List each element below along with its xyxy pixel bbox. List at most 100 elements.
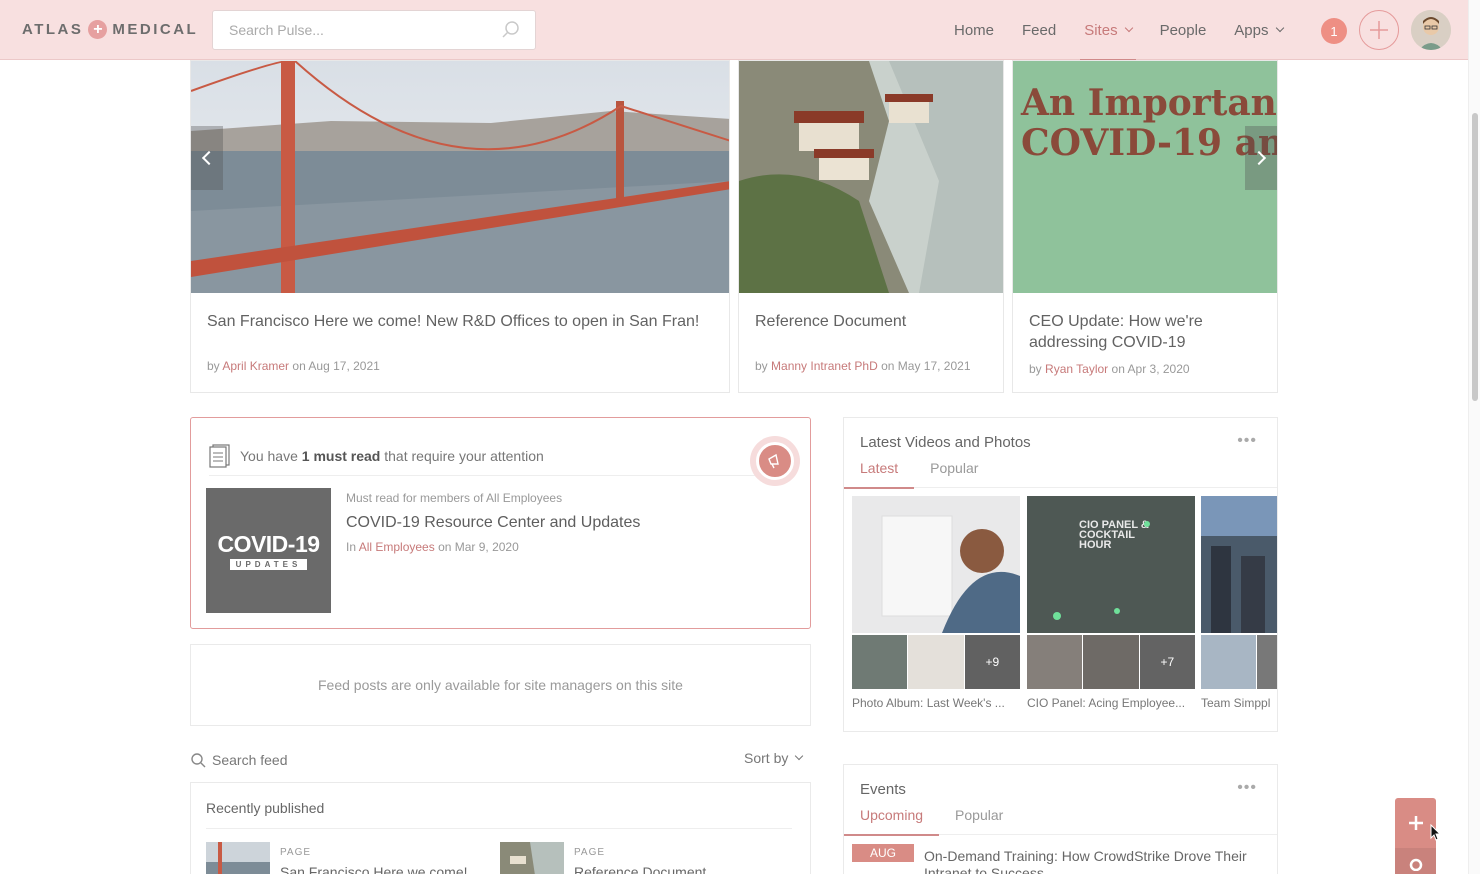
carousel-card[interactable]: San Francisco Here we come! New R&D Offi… [190, 60, 730, 393]
covid-image-text: An Important COVID-19 and [1021, 82, 1277, 164]
widget-tabs: Latest Popular [844, 460, 1277, 489]
album-card[interactable]: Team Simppl [1201, 496, 1277, 710]
megaphone-icon [768, 453, 779, 469]
global-search-box[interactable] [212, 10, 536, 50]
nav-feed[interactable]: Feed [1008, 0, 1070, 60]
album-thumb [1201, 635, 1256, 689]
nav-home[interactable]: Home [940, 0, 1008, 60]
author-link[interactable]: April Kramer [222, 359, 289, 373]
carousel-next-button[interactable] [1245, 126, 1277, 190]
logo-text-left: ATLAS [22, 21, 84, 38]
create-content-button[interactable] [1359, 10, 1399, 50]
must-read-meta: In All Employees on Mar 9, 2020 [346, 540, 519, 554]
album-thumb: +9 [964, 635, 1020, 689]
document-icon [209, 443, 230, 468]
chevron-down-icon [1124, 23, 1133, 33]
album-caption: Team Simppl [1201, 696, 1271, 710]
search-icon [191, 753, 206, 768]
scrollbar-thumb[interactable] [1472, 113, 1478, 401]
recent-item-thumbnail[interactable] [500, 842, 564, 874]
sort-by-dropdown[interactable]: Sort by [744, 750, 804, 766]
carousel-card-meta: by Ryan Taylor on Apr 3, 2020 [1029, 362, 1190, 376]
more-photos-count: +9 [964, 635, 1020, 689]
more-options-icon[interactable]: ••• [1237, 432, 1257, 450]
album-cover [1201, 496, 1277, 633]
recent-item-title[interactable]: Reference Document [574, 864, 706, 874]
album-card[interactable]: CIO PANEL & COCKTAIL HOUR +7 CIO Panel: … [1027, 496, 1195, 710]
chevron-down-icon [1275, 23, 1284, 33]
widget-title: Latest Videos and Photos [860, 434, 1031, 451]
must-read-header: You have 1 must read that require your a… [209, 436, 792, 476]
tab-latest[interactable]: Latest [844, 460, 915, 489]
album-cover [852, 496, 1020, 633]
floating-settings-button[interactable] [1395, 848, 1436, 874]
tab-popular[interactable]: Popular [914, 460, 994, 488]
covid-announcement-image: An Important COVID-19 and [1013, 61, 1277, 293]
event-date-badge: AUG [852, 844, 914, 862]
album-caption: CIO Panel: Acing Employee... [1027, 696, 1186, 710]
global-search-input[interactable] [229, 22, 499, 38]
album-card[interactable]: +9 Photo Album: Last Week's ... [852, 496, 1020, 710]
recent-item-thumbnail[interactable] [206, 842, 270, 874]
must-read-badge[interactable] [750, 436, 800, 486]
recently-published-panel: Recently published PAGE San Francisco He… [190, 782, 811, 874]
recently-published-heading: Recently published [206, 800, 325, 816]
mouse-cursor-icon [1430, 824, 1442, 841]
album-cover: CIO PANEL & COCKTAIL HOUR [1027, 496, 1195, 633]
plus-icon [1408, 816, 1423, 830]
carousel-card[interactable]: An Important COVID-19 and CEO Update: Ho… [1012, 60, 1278, 393]
author-link[interactable]: Ryan Taylor [1045, 362, 1108, 376]
author-link[interactable]: Manny Intranet PhD [771, 359, 878, 373]
carousel-card-meta: by April Kramer on Aug 17, 2021 [207, 359, 380, 373]
search-feed[interactable]: Search feed [190, 752, 288, 768]
carousel-card[interactable]: Reference Document by Manny Intranet PhD… [738, 60, 1004, 393]
carousel-prev-button[interactable] [191, 126, 223, 190]
chevron-right-icon [1251, 150, 1267, 166]
notifications-badge[interactable]: 1 [1321, 18, 1347, 44]
page-scrollbar[interactable] [1468, 0, 1480, 874]
album-thumb [1257, 635, 1277, 689]
tab-upcoming[interactable]: Upcoming [844, 807, 940, 836]
carousel-card-title[interactable]: Reference Document [755, 311, 991, 332]
logo-text-right: MEDICAL [112, 21, 199, 38]
plus-icon [1370, 21, 1388, 39]
atlas-medical-logo[interactable]: ATLAS + MEDICAL [22, 20, 198, 39]
main-nav: Home Feed Sites People Apps [940, 0, 1297, 61]
album-thumb: +7 [1139, 635, 1195, 689]
event-title[interactable]: On-Demand Training: How CrowdStrike Drov… [924, 848, 1270, 874]
user-avatar[interactable] [1411, 10, 1451, 50]
golden-gate-bridge-image [191, 61, 729, 293]
recent-item-type: PAGE [574, 847, 606, 858]
recent-item-type: PAGE [280, 847, 312, 858]
nav-apps[interactable]: Apps [1220, 0, 1296, 60]
album-thumb [908, 635, 964, 689]
nav-sites[interactable]: Sites [1070, 0, 1145, 61]
carousel-card-title[interactable]: CEO Update: How we're addressing COVID-1… [1029, 311, 1265, 353]
chevron-left-icon [201, 150, 217, 166]
must-read-label: Must read for members of All Employees [346, 491, 563, 505]
latest-videos-photos-widget: Latest Videos and Photos ••• Latest Popu… [843, 417, 1278, 732]
recent-item-title[interactable]: San Francisco Here we come! [280, 864, 468, 874]
album-thumb [852, 635, 908, 689]
nav-people[interactable]: People [1146, 0, 1221, 60]
medical-cross-icon: + [88, 20, 108, 39]
cliff-monastery-image [739, 61, 1003, 293]
carousel-card-title[interactable]: San Francisco Here we come! New R&D Offi… [207, 311, 717, 332]
chevron-down-icon [795, 751, 804, 761]
tab-popular[interactable]: Popular [939, 807, 1019, 835]
top-navigation-bar: ATLAS + MEDICAL Home Feed Sites People A… [0, 0, 1468, 61]
album-thumb [1083, 635, 1139, 689]
widget-title: Events [860, 781, 906, 798]
more-options-icon[interactable]: ••• [1237, 779, 1257, 797]
gear-icon [1409, 858, 1422, 871]
covid-updates-thumbnail[interactable]: COVID-19 UPDATES [206, 488, 331, 613]
album-caption: Photo Album: Last Week's ... [852, 696, 1005, 710]
must-read-title[interactable]: COVID-19 Resource Center and Updates [346, 514, 640, 532]
widget-tabs: Upcoming Popular [844, 807, 1277, 836]
search-icon[interactable] [501, 20, 521, 45]
carousel-card-meta: by Manny Intranet PhD on May 17, 2021 [755, 359, 971, 373]
feed-notice: Feed posts are only available for site m… [190, 644, 811, 726]
must-read-count: 1 must read [301, 447, 381, 464]
site-link[interactable]: All Employees [359, 540, 435, 554]
more-photos-count: +7 [1139, 635, 1195, 689]
